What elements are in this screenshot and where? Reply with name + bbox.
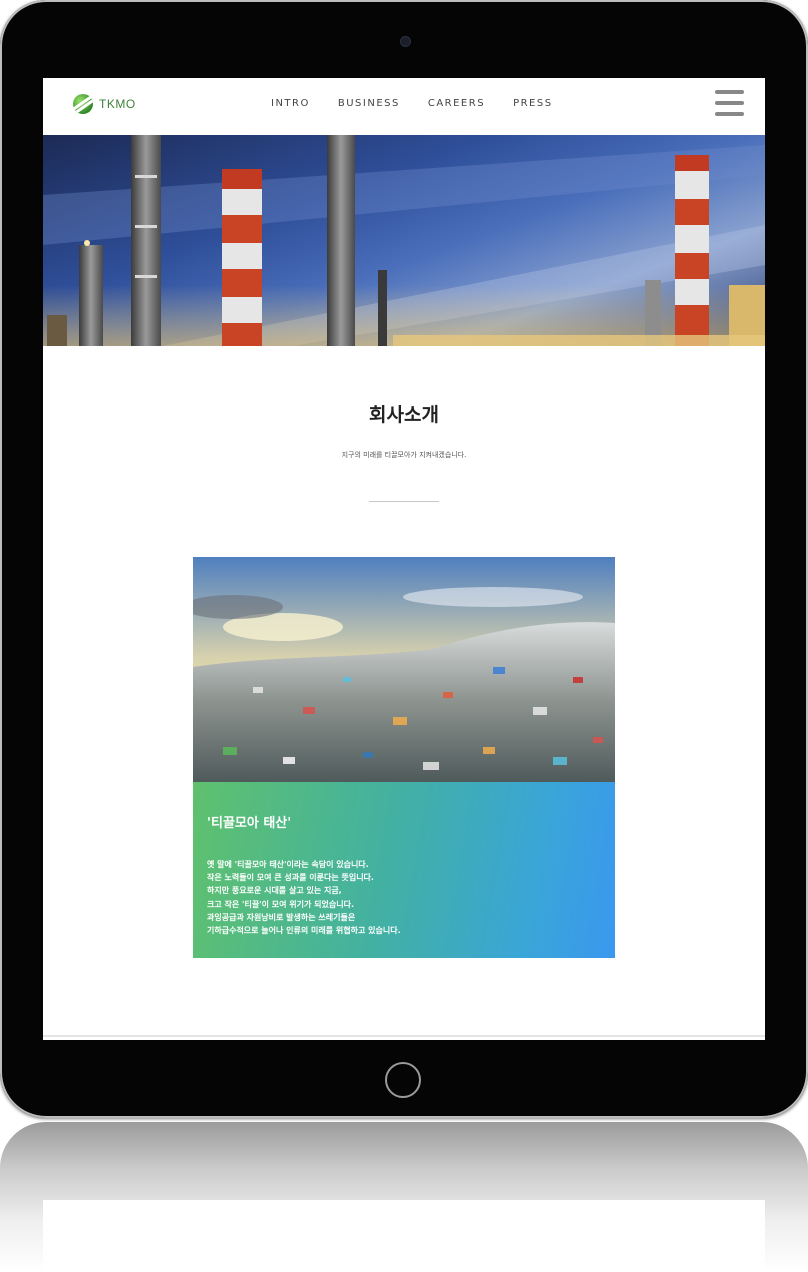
section-bottom-border	[43, 1035, 765, 1037]
intro-card: '티끌모아 태산' 옛 말에 '티끌모아 태산'이라는 속담이 있습니다. 작은…	[193, 557, 615, 958]
tablet-screen: TKMO INTRO BUSINESS CAREERS PRESS 회사소개 지…	[43, 78, 765, 1040]
menu-bar	[715, 101, 744, 105]
hero-banner-image	[43, 135, 765, 346]
brand-name: TKMO	[99, 97, 136, 111]
nav-item-careers[interactable]: CAREERS	[428, 98, 485, 109]
tkmo-logo-icon	[73, 94, 93, 114]
home-button[interactable]	[385, 1062, 421, 1098]
page-title: 회사소개	[369, 404, 439, 426]
menu-bar	[715, 90, 744, 94]
card-title: '티끌모아 태산'	[207, 816, 292, 831]
card-line: 작은 노력들이 모여 큰 성과를 이룬다는 뜻입니다.	[207, 873, 374, 883]
tablet-frame: TKMO INTRO BUSINESS CAREERS PRESS 회사소개 지…	[0, 0, 808, 1118]
camera-icon	[400, 36, 411, 47]
nav-item-press[interactable]: PRESS	[513, 98, 553, 109]
card-line: 과잉공급과 자원낭비로 발생하는 쓰레기들은	[207, 912, 356, 922]
card-line: 옛 말에 '티끌모아 태산'이라는 속담이 있습니다.	[207, 860, 369, 869]
hamburger-menu-icon[interactable]	[715, 90, 744, 116]
landfill-image	[193, 557, 615, 782]
tablet-reflection-screen	[43, 1200, 765, 1272]
card-text-panel: '티끌모아 태산' 옛 말에 '티끌모아 태산'이라는 속담이 있습니다. 작은…	[193, 782, 615, 958]
site-header: TKMO INTRO BUSINESS CAREERS PRESS	[43, 78, 765, 135]
nav-item-business[interactable]: BUSINESS	[338, 98, 400, 109]
landfill-illustration	[193, 557, 615, 782]
card-line: 하지만 풍요로운 시대를 살고 있는 지금,	[207, 886, 342, 896]
card-description: 옛 말에 '티끌모아 태산'이라는 속담이 있습니다. 작은 노력들이 모여 큰…	[207, 858, 401, 937]
menu-bar	[715, 112, 744, 116]
card-line: 기하급수적으로 늘어나 인류의 미래를 위협하고 있습니다.	[207, 926, 401, 936]
main-nav: INTRO BUSINESS CAREERS PRESS	[271, 98, 553, 109]
nav-item-intro[interactable]: INTRO	[271, 98, 310, 109]
industrial-chimneys-illustration	[43, 135, 765, 346]
card-line: 크고 작은 '티끌'이 모여 위기가 되었습니다.	[207, 899, 354, 909]
section-divider	[369, 501, 439, 502]
site-logo[interactable]: TKMO	[73, 94, 136, 114]
page-subtitle: 지구의 미래를 티끌모아가 지켜내겠습니다.	[341, 451, 467, 459]
